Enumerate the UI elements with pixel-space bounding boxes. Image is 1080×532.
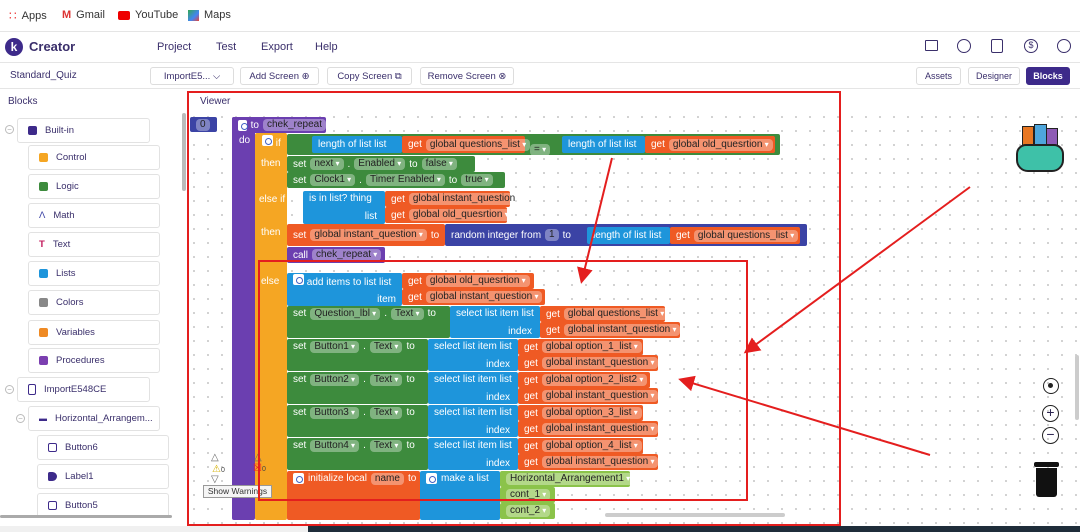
- annotation-arrows: [577, 157, 971, 456]
- taskbar: [308, 526, 1080, 532]
- annotation-arrow: [743, 186, 971, 354]
- annotation-arrow: [678, 375, 931, 456]
- annotation-arrow: [577, 157, 613, 284]
